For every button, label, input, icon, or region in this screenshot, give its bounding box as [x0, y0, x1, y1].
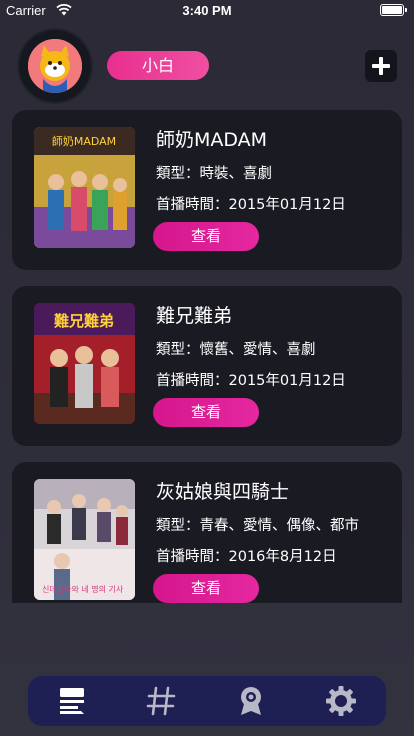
drama-title: 難兄難弟	[156, 305, 233, 327]
drama-card[interactable]: 신데렐라와 네 명의 기사 灰姑娘與四騎士 類型：青春、愛情、偶像、都市 首播時…	[12, 462, 402, 603]
mascot-avatar-image	[28, 39, 82, 93]
svg-text:신데렐라와 네 명의 기사: 신데렐라와 네 명의 기사	[42, 584, 124, 594]
svg-text:師奶MADAM: 師奶MADAM	[52, 134, 116, 148]
gear-icon[interactable]	[324, 684, 358, 718]
drama-genre: 類型：時裝、喜劇	[156, 166, 272, 182]
username-pill[interactable]: 小白	[107, 51, 209, 80]
tab-bar	[28, 676, 386, 726]
drama-premiere-date: 首播時間：2015年01月12日	[156, 373, 346, 389]
status-bar: Carrier 3:40 PM	[0, 0, 414, 22]
drama-title: 師奶MADAM	[156, 129, 268, 151]
hash-icon[interactable]	[144, 684, 178, 718]
drama-title: 灰姑娘與四騎士	[156, 481, 290, 503]
award-icon[interactable]	[234, 684, 268, 718]
svg-text:難兄難弟: 難兄難弟	[54, 312, 114, 330]
drama-premiere-date: 首播時間：2016年8月12日	[156, 549, 337, 565]
view-button[interactable]: 查看	[153, 574, 259, 603]
drama-card[interactable]: 師奶MADAM 師奶MADAM 類型：時裝、喜劇 首播時間：2015年01月12…	[12, 110, 402, 270]
drama-poster: 師奶MADAM	[34, 127, 135, 248]
drama-poster: 難兄難弟	[34, 303, 135, 424]
clock: 3:40 PM	[182, 3, 232, 18]
view-button[interactable]: 查看	[153, 222, 259, 251]
avatar[interactable]	[19, 30, 91, 102]
drama-genre: 類型：懷舊、愛情、喜劇	[156, 342, 316, 358]
drama-card[interactable]: 難兄難弟 難兄難弟 類型：懷舊、愛情、喜劇 首播時間：2015年01月12日 查…	[12, 286, 402, 446]
add-button[interactable]	[365, 50, 397, 82]
drama-list[interactable]: 師奶MADAM 師奶MADAM 類型：時裝、喜劇 首播時間：2015年01月12…	[0, 110, 414, 603]
drama-poster: 신데렐라와 네 명의 기사	[34, 479, 135, 600]
list-icon[interactable]	[55, 684, 89, 718]
drama-genre: 類型：青春、愛情、偶像、都市	[156, 518, 359, 534]
battery-icon	[380, 4, 407, 16]
drama-premiere-date: 首播時間：2015年01月12日	[156, 197, 346, 213]
view-button[interactable]: 查看	[153, 398, 259, 427]
